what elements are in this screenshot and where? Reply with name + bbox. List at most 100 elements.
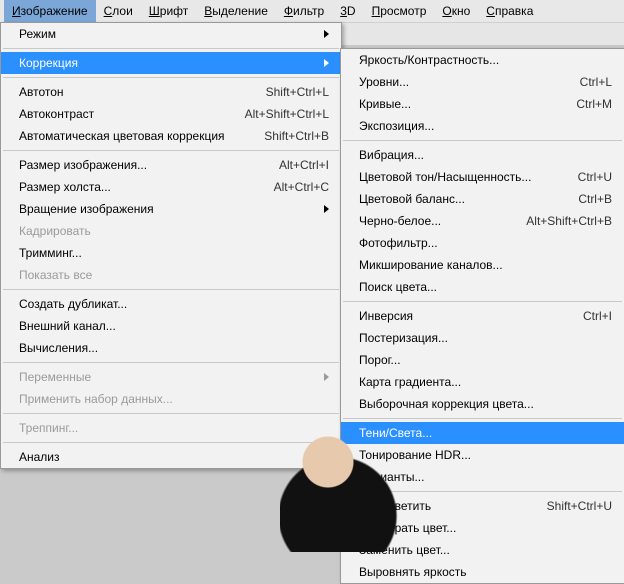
image-menu-item-17[interactable]: Вычисления... (1, 337, 341, 359)
menu-item-shortcut: Shift+Ctrl+L (266, 85, 329, 99)
adjustments-item-11[interactable]: Поиск цвета... (341, 276, 624, 298)
menu-item-label: Микширование каналов... (359, 258, 612, 272)
menu-item-label: Автоконтраст (19, 107, 245, 121)
menu-item-shortcut: Ctrl+L (580, 75, 612, 89)
separator (343, 301, 622, 302)
menu-label: Слои (104, 4, 133, 18)
image-menu-item-12[interactable]: Тримминг... (1, 242, 341, 264)
menu-label: Изображение (12, 4, 88, 18)
image-menu-item-16[interactable]: Внешний канал... (1, 315, 341, 337)
menu-item-shortcut: Alt+Shift+Ctrl+B (526, 214, 612, 228)
separator (3, 413, 339, 414)
separator (3, 150, 339, 151)
separator (3, 362, 339, 363)
menu-item-label: Применить набор данных... (19, 392, 329, 406)
menu-item-shortcut: Alt+Ctrl+I (279, 158, 329, 172)
menu-label: Справка (486, 4, 533, 18)
menu-item-label: Вращение изображения (19, 202, 316, 216)
menu-item-label: Порог... (359, 353, 612, 367)
menu-item-label: Создать дубликат... (19, 297, 329, 311)
menu-item-label: Экспозиция... (359, 119, 612, 133)
menu-фильтр[interactable]: Фильтр (276, 0, 332, 22)
adjustments-item-16[interactable]: Карта градиента... (341, 371, 624, 393)
menu-item-label: Анализ (19, 450, 316, 464)
menu-item-label: Черно-белое... (359, 214, 526, 228)
adjustments-item-15[interactable]: Порог... (341, 349, 624, 371)
menu-item-shortcut: Ctrl+M (576, 97, 612, 111)
menu-шрифт[interactable]: Шрифт (141, 0, 196, 22)
separator (3, 77, 339, 78)
menu-item-shortcut: Ctrl+I (583, 309, 612, 323)
adjustments-item-10[interactable]: Микширование каналов... (341, 254, 624, 276)
image-menu-item-8[interactable]: Размер изображения...Alt+Ctrl+I (1, 154, 341, 176)
adjustments-item-14[interactable]: Постеризация... (341, 327, 624, 349)
adjustments-item-5[interactable]: Вибрация... (341, 144, 624, 166)
menu-item-label: Тримминг... (19, 246, 329, 260)
adjustments-item-0[interactable]: Яркость/Контрастность... (341, 49, 624, 71)
adjustments-item-2[interactable]: Кривые...Ctrl+M (341, 93, 624, 115)
menu-item-label: Режим (19, 27, 316, 41)
menu-окно[interactable]: Окно (434, 0, 478, 22)
menu-item-shortcut: Alt+Ctrl+C (274, 180, 329, 194)
adjustments-item-7[interactable]: Цветовой баланс...Ctrl+B (341, 188, 624, 210)
separator (3, 48, 339, 49)
adjustments-item-9[interactable]: Фотофильтр... (341, 232, 624, 254)
adjustments-item-6[interactable]: Цветовой тон/Насыщенность...Ctrl+U (341, 166, 624, 188)
adjustments-item-17[interactable]: Выборочная коррекция цвета... (341, 393, 624, 415)
adjustments-item-13[interactable]: ИнверсияCtrl+I (341, 305, 624, 327)
image-menu-item-10[interactable]: Вращение изображения (1, 198, 341, 220)
separator (3, 289, 339, 290)
menu-item-label: Фотофильтр... (359, 236, 612, 250)
adjustments-item-3[interactable]: Экспозиция... (341, 115, 624, 137)
menu-label: Окно (442, 4, 470, 18)
menu-item-label: Выборочная коррекция цвета... (359, 397, 612, 411)
menu-просмотр[interactable]: Просмотр (364, 0, 435, 22)
adjustments-item-1[interactable]: Уровни...Ctrl+L (341, 71, 624, 93)
menu-item-shortcut: Shift+Ctrl+U (547, 499, 612, 513)
menu-item-label: Цветовой тон/Насыщенность... (359, 170, 578, 184)
menu-item-label: Автоматическая цветовая коррекция (19, 129, 264, 143)
menu-item-label: Поиск цвета... (359, 280, 612, 294)
image-menu-item-2[interactable]: Коррекция (1, 52, 341, 74)
menu-выделение[interactable]: Выделение (196, 0, 276, 22)
image-menu-item-4[interactable]: АвтотонShift+Ctrl+L (1, 81, 341, 103)
image-menu-item-15[interactable]: Создать дубликат... (1, 293, 341, 315)
menu-изображение[interactable]: Изображение (4, 0, 96, 22)
menu-item-label: Яркость/Контрастность... (359, 53, 612, 67)
menu-item-label: Вычисления... (19, 341, 329, 355)
adjustments-item-26[interactable]: Выровнять яркость (341, 561, 624, 583)
canvas-image (280, 432, 400, 552)
menu-item-label: Карта градиента... (359, 375, 612, 389)
image-menu-item-9[interactable]: Размер холста...Alt+Ctrl+C (1, 176, 341, 198)
menu-item-shortcut: Ctrl+B (578, 192, 612, 206)
image-menu-item-13: Показать все (1, 264, 341, 286)
separator (343, 140, 622, 141)
menu-слои[interactable]: Слои (96, 0, 141, 22)
menu-label: Фильтр (284, 4, 324, 18)
menu-справка[interactable]: Справка (478, 0, 541, 22)
image-menu-item-20: Применить набор данных... (1, 388, 341, 410)
image-menu-item-5[interactable]: АвтоконтрастAlt+Shift+Ctrl+L (1, 103, 341, 125)
menu-item-label: Автотон (19, 85, 266, 99)
menu-item-label: Размер холста... (19, 180, 274, 194)
image-menu-item-0[interactable]: Режим (1, 23, 341, 45)
menu-item-shortcut: Shift+Ctrl+B (264, 129, 329, 143)
image-menu-item-19: Переменные (1, 366, 341, 388)
menu-3d[interactable]: 3D (332, 0, 363, 22)
menu-item-shortcut: Alt+Shift+Ctrl+L (245, 107, 329, 121)
menu-item-label: Постеризация... (359, 331, 612, 345)
menubar: Изображение Слои Шрифт Выделение Фильтр 3DПро… (0, 0, 624, 23)
image-menu-item-6[interactable]: Автоматическая цветовая коррекцияShift+C… (1, 125, 341, 147)
menu-item-shortcut: Ctrl+U (578, 170, 612, 184)
menu-item-label: Цветовой баланс... (359, 192, 578, 206)
separator (343, 418, 622, 419)
menu-item-label: Вибрация... (359, 148, 612, 162)
menu-item-label: Коррекция (19, 56, 316, 70)
menu-item-label: Кривые... (359, 97, 576, 111)
adjustments-item-8[interactable]: Черно-белое...Alt+Shift+Ctrl+B (341, 210, 624, 232)
menu-label: Шрифт (149, 4, 188, 18)
menu-item-label: Кадрировать (19, 224, 329, 238)
menu-item-label: Инверсия (359, 309, 583, 323)
image-menu-item-11: Кадрировать (1, 220, 341, 242)
menu-item-label: Выровнять яркость (359, 565, 612, 579)
